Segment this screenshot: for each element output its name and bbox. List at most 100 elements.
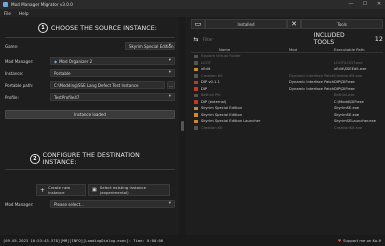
load-instance-button[interactable]: Instance loaded [5,110,175,119]
tool-exe: CreationKit.exe [334,125,363,130]
path-input-value: C:\Modding\SSE Lang Defect Test Instance [54,82,139,88]
tool-name: DIP (external) [201,99,227,104]
column-name[interactable]: Name [201,47,289,52]
window-title: Mod Manager Migrator v3.0.0 [11,2,73,7]
support-link[interactable]: ♥ Support me on Ko-fi [338,238,381,243]
filter-input[interactable]: Filter [201,35,311,43]
drive-icon: ▭ [194,20,202,28]
tool-mod: Dynamic Interface Patcher - DIP [289,73,334,78]
tool-icon [191,119,201,123]
game-select-value: Skyrim Special Edition [129,43,174,49]
tool-icon [191,126,201,130]
path-label: Portable path: [5,82,34,88]
tab-bar: ▭ Installed ✕ Tools [191,19,383,29]
plus-icon: + [40,186,46,194]
panel-splitter[interactable] [179,17,186,235]
source-heading-text: CHOOSE THE SOURCE INSTANCE: [51,24,157,32]
included-tools-count: 12 [374,35,384,43]
tool-mod: Dynamic Interface Patcher - DIP (v0.1.1) [289,80,334,85]
tool-mod: Dynamic Interface Patcher - DIP [289,86,334,91]
tool-name: xEdit [201,67,211,72]
support-label: Support me on Ko-fi [343,238,381,243]
dest-manager-select[interactable]: Please select... [50,200,175,208]
instance-select[interactable]: Portable [50,69,175,77]
splitter-handle[interactable] [181,121,184,131]
source-heading: 1 CHOOSE THE SOURCE INSTANCE: [38,22,178,34]
left-panel: 1 CHOOSE THE SOURCE INSTANCE: Game: Skyr… [0,17,178,235]
tool-exe: LOOT\LOOT.exe [334,60,363,65]
menu-file[interactable]: File [4,11,11,16]
tool-icon [191,74,201,78]
column-exe[interactable]: Executable Path [334,47,379,52]
tool-name: Explore Virtual Folder [201,54,241,59]
tool-name: Skyrim Special Edition Launcher [201,119,261,124]
folder-icon: … [169,82,173,88]
tool-name: Creation Kit [201,73,223,78]
tools-table: Name Mod Executable Path Explore Virtual… [191,47,383,131]
use-existing-button[interactable]: ▣ Select existing instance (experimental… [88,184,170,196]
tool-color-icon [194,74,198,78]
destination-heading: 2 CONFIGURE THE DESTINATION INSTANCE: [30,152,170,166]
right-panel: ▭ Installed ✕ Tools ⇆ Filter INCLUDED TO… [191,17,385,235]
column-mod[interactable]: Mod [289,47,334,52]
tab-tools[interactable]: Tools [301,19,383,29]
tool-color-icon [194,93,198,97]
tool-icon [191,93,201,97]
tool-icon [191,67,201,71]
tool-color-icon [194,100,198,104]
tool-name: DIP v0.1.1 [201,80,220,85]
close-button[interactable]: ✕ [375,1,383,7]
tool-color-icon [194,119,198,123]
profile-row: Profile: TestProfile47 [5,93,175,101]
create-instance-label: Create new instance [48,185,71,195]
tool-exe: SkyrimSE.exe [334,112,360,117]
divider [5,169,175,170]
tool-color-icon [194,67,198,71]
tool-icon [191,113,201,117]
menu-bar: File Help [0,9,385,17]
tool-name: Skyrim Special Edition [201,112,243,117]
manager-row: Mod Manager: ◆ Mod Organizer 2 [5,57,175,65]
tool-name: Bethini Pie [201,93,221,98]
tool-color-icon [194,80,198,84]
tool-exe: Bethini.exe [334,93,355,98]
tool-color-icon [194,87,198,91]
tools-toolbar: ⇆ Filter INCLUDED TOOLS 12 [191,32,384,46]
destination-heading-text: CONFIGURE THE DESTINATION INSTANCE: [42,152,140,166]
tool-name: Skyrim Special Edition [201,106,243,111]
app-icon [3,2,8,7]
tool-exe: xEdit\SSEEdit.exe [334,67,367,72]
table-row[interactable]: Creation Kit CreationKit.exe [191,125,383,132]
collapse-icon[interactable]: ⇆ [191,36,201,43]
tool-name: Creation Kit [201,125,223,130]
instance-row: Instance: Portable [5,69,175,77]
path-input[interactable]: C:\Modding\SSE Lang Defect Test Instance [50,81,165,89]
included-tools-label: INCLUDED TOOLS [313,32,345,46]
manager-select[interactable]: ◆ Mod Organizer 2 [50,57,175,65]
profile-select-value: TestProfile47 [54,94,80,100]
divider [5,37,175,38]
instance-label: Instance: [5,70,24,76]
tool-exe: DIP\DIP.exe [334,80,355,85]
minimize-button[interactable]: — [347,1,355,7]
maximize-button[interactable]: ☐ [361,1,369,7]
profile-select[interactable]: TestProfile47 [50,93,175,101]
game-select[interactable]: Skyrim Special Edition [125,42,175,50]
tool-icon [191,61,201,65]
tool-exe: C:\Modd\DIP.exe [334,99,364,104]
game-row: Game: Skyrim Special Edition [5,42,175,50]
path-row: Portable path: C:\Modding\SSE Lang Defec… [5,81,175,89]
browse-button[interactable]: … [167,81,175,89]
tab-installed[interactable]: Installed [205,19,287,29]
game-label: Game: [5,43,19,49]
step-one-icon: 1 [38,23,48,33]
tool-name: LOOT [201,60,211,65]
tool-color-icon [194,61,198,65]
status-bar: [09.05.2023 10:53:43.578][MM][INFO][Load… [0,235,385,246]
create-instance-button[interactable]: + Create new instance [36,184,86,196]
tab-installed-icon[interactable]: ▭ [191,19,205,29]
menu-help[interactable]: Help [19,11,29,16]
tab-tools-icon[interactable]: ✕ [287,19,301,29]
use-existing-label: Select existing instance (experimental) [99,185,146,195]
instance-select-value: Portable [54,70,71,76]
